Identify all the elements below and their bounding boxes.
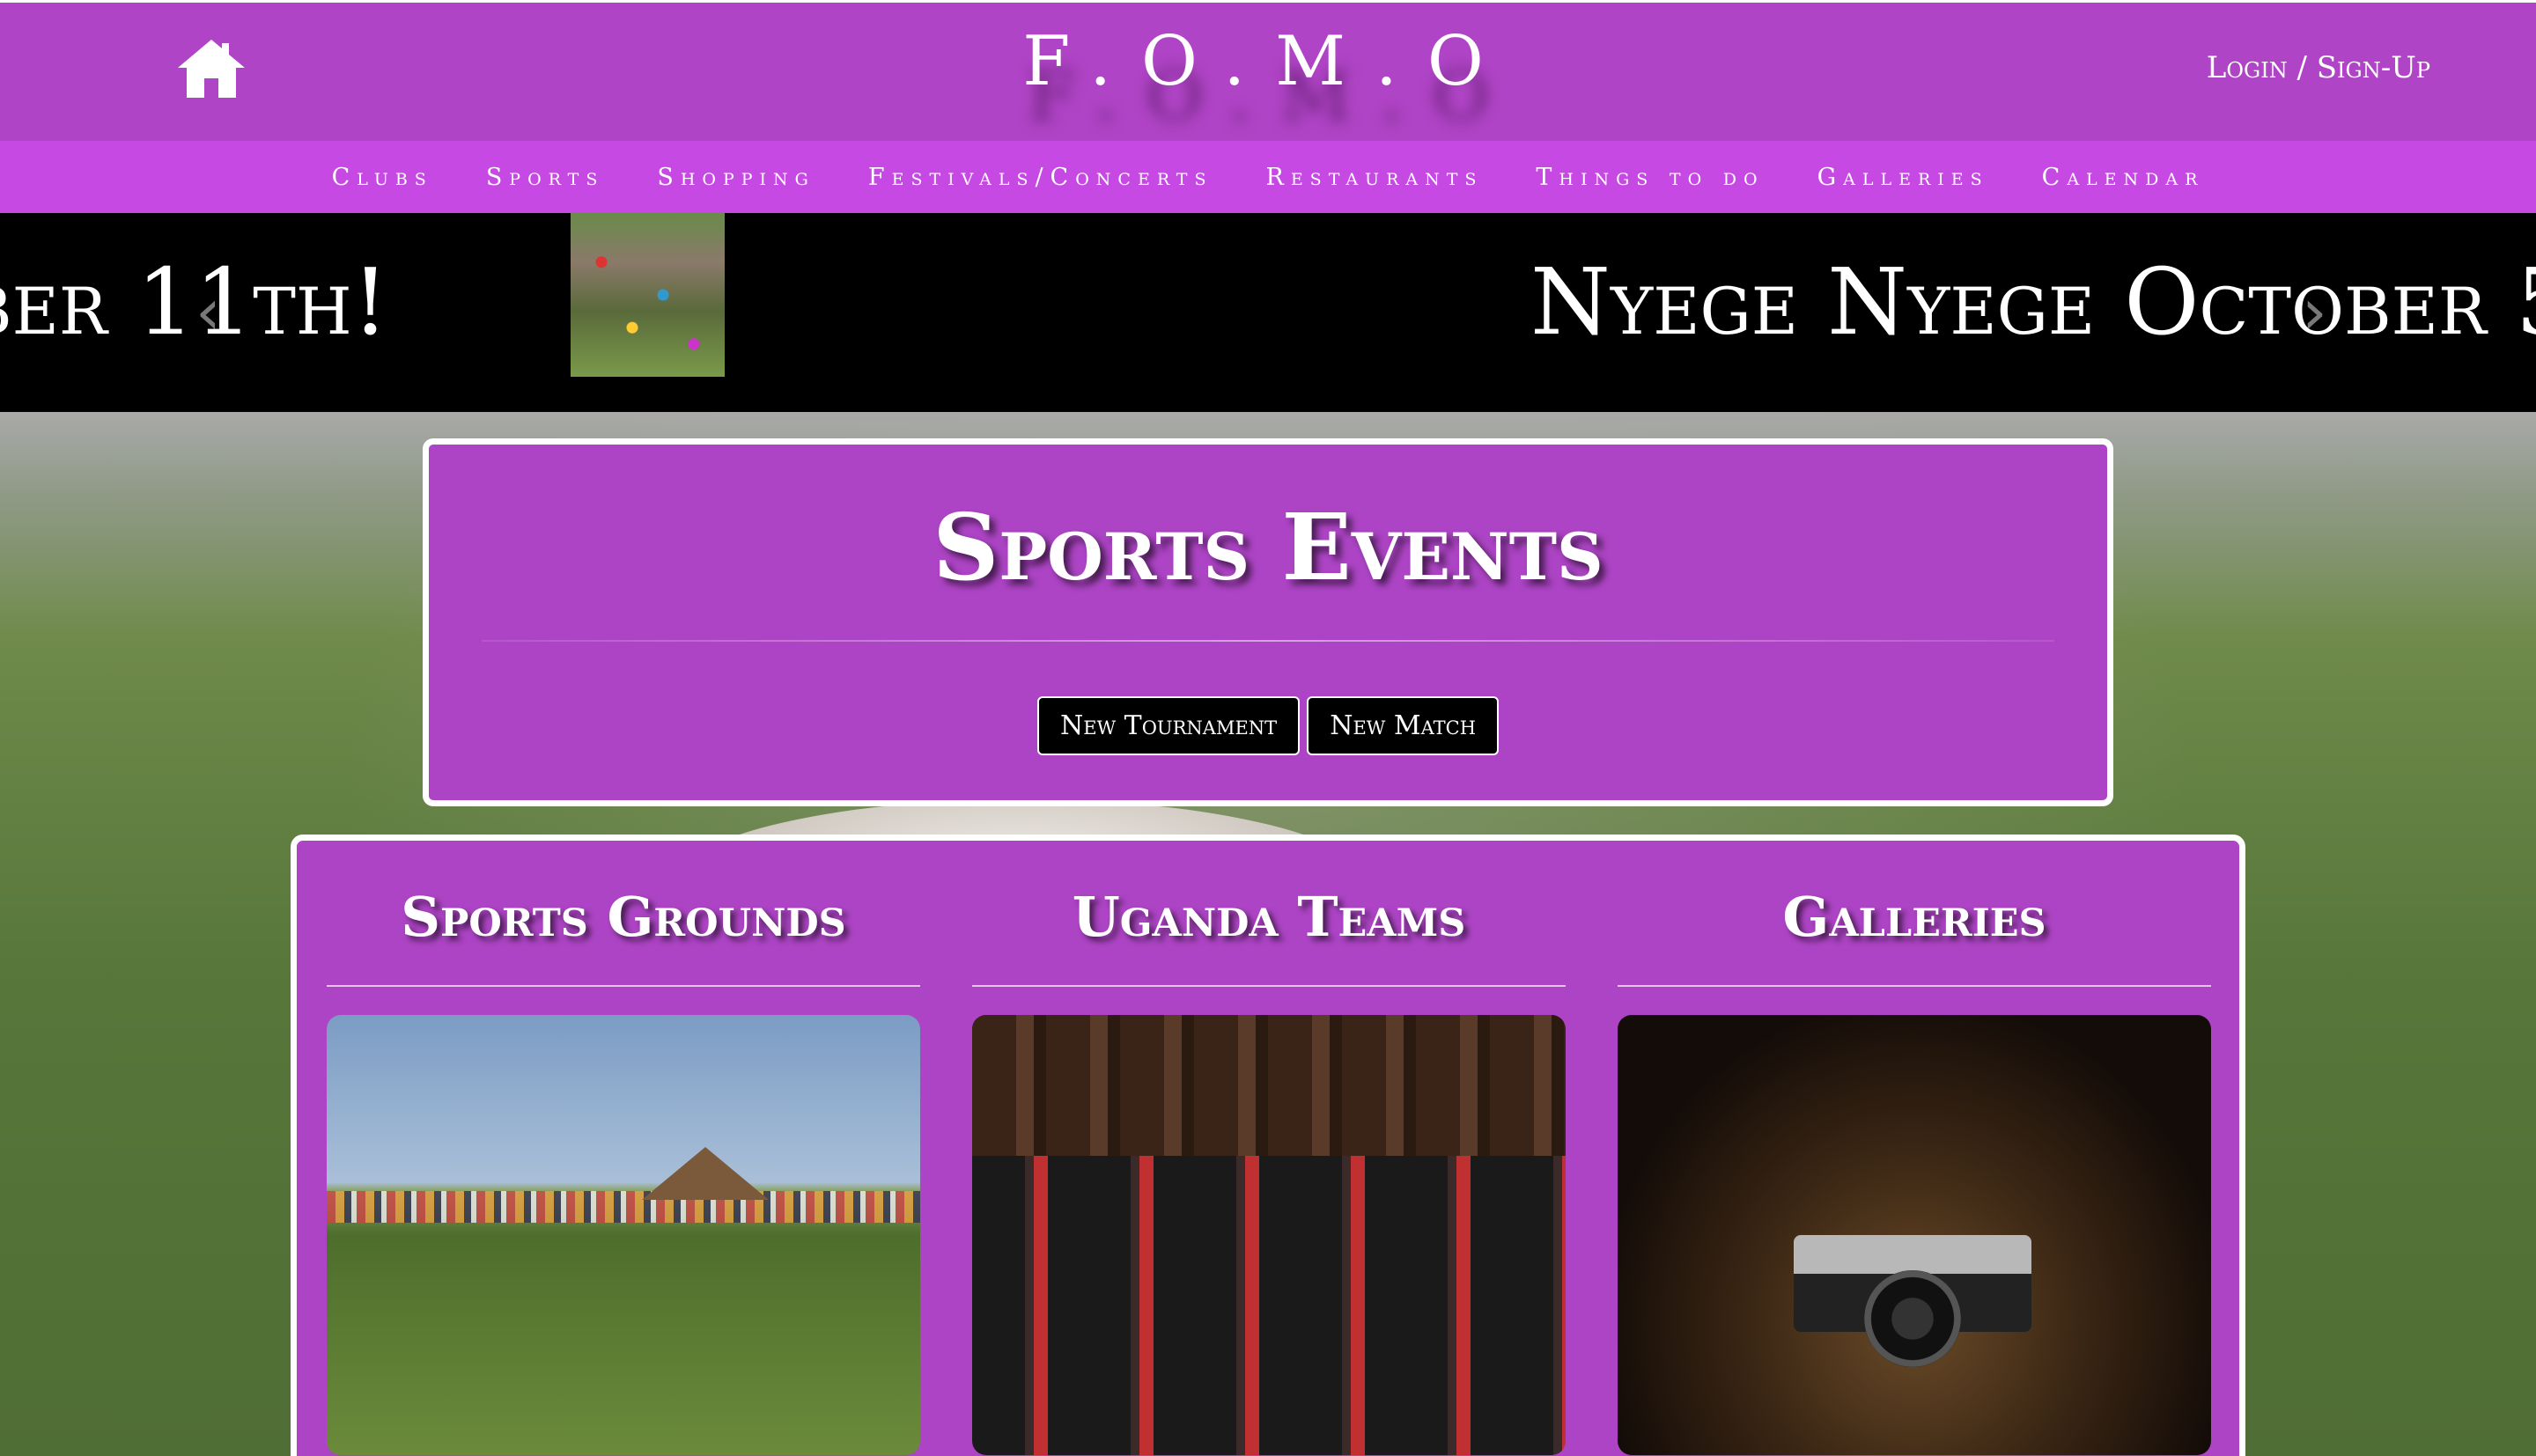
galleries-camera-image[interactable] <box>1618 1015 2211 1455</box>
nav-item-clubs[interactable]: Clubs <box>332 164 433 191</box>
card-title: Galleries <box>1782 885 2046 949</box>
nav-item-things-to-do[interactable]: Things to do <box>1536 164 1764 191</box>
chevron-right-icon[interactable]: › <box>2302 275 2327 349</box>
nav-item-sports[interactable]: Sports <box>486 164 605 191</box>
card-title: Sports Grounds <box>401 885 846 949</box>
new-tournament-button[interactable]: New Tournament <box>1036 696 1301 755</box>
site-logo[interactable]: F.O.M.O <box>0 22 2536 101</box>
carousel-text-current: Nyege Nyege October 5 <box>1530 248 2536 356</box>
sports-grounds-image[interactable] <box>327 1015 920 1455</box>
carousel-text-prev: ber 11th! <box>0 248 389 356</box>
sports-categories-panel: Sports Grounds Uganda Teams Galleries <box>291 835 2245 1456</box>
nav-item-galleries[interactable]: Galleries <box>1817 164 1989 191</box>
announcement-carousel: ber 11th! Nyege Nyege October 5 ‹ › <box>0 213 2536 412</box>
uganda-teams-image[interactable] <box>972 1015 1566 1455</box>
events-button-row: New Tournament New Match <box>429 696 2107 755</box>
divider <box>972 985 1566 987</box>
chevron-left-icon[interactable]: ‹ <box>195 275 221 349</box>
top-header: F.O.M.O Login / Sign-Up <box>0 0 2536 141</box>
card-title: Uganda Teams <box>1072 885 1466 949</box>
divider <box>482 640 2054 642</box>
nav-item-calendar[interactable]: Calendar <box>2042 164 2205 191</box>
divider <box>327 985 920 987</box>
new-match-button[interactable]: New Match <box>1307 696 1500 755</box>
main-nav: Clubs Sports Shopping Festivals/Concerts… <box>0 141 2536 213</box>
nav-item-restaurants[interactable]: Restaurants <box>1265 164 1483 191</box>
page-title: Sports Events <box>933 493 1603 601</box>
nav-item-festivals-concerts[interactable]: Festivals/Concerts <box>868 164 1213 191</box>
login-signup-link[interactable]: Login / Sign-Up <box>2207 50 2430 85</box>
divider <box>1618 985 2211 987</box>
sports-events-panel: Sports Events New Tournament New Match <box>423 438 2113 806</box>
carousel-thumbnail-image[interactable] <box>571 213 725 377</box>
nav-item-shopping[interactable]: Shopping <box>657 164 815 191</box>
